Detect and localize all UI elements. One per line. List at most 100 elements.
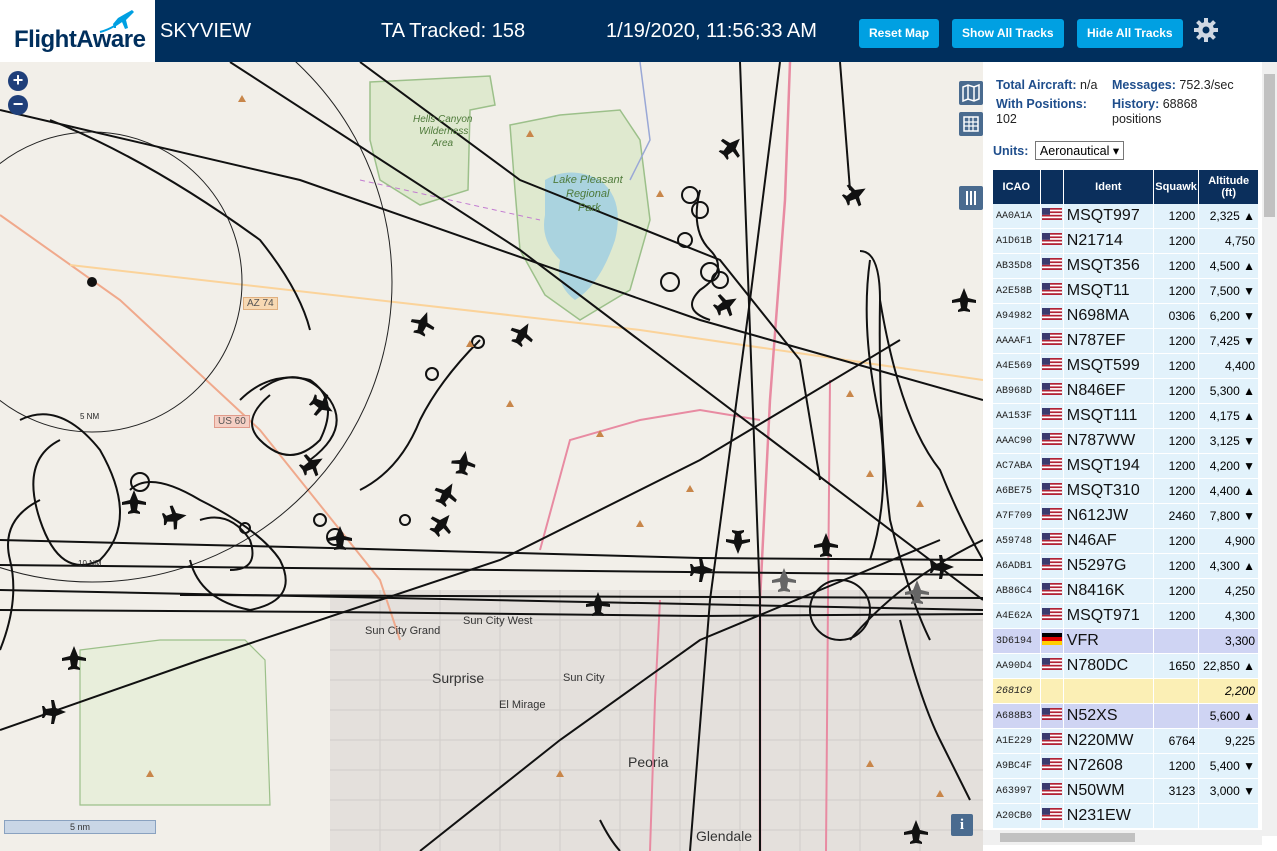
- gear-icon[interactable]: [1193, 17, 1219, 43]
- aircraft-row[interactable]: A63997 N50WM 3123 3,000 ▼: [993, 778, 1259, 804]
- hide-all-tracks-button[interactable]: Hide All Tracks: [1077, 19, 1183, 48]
- altitude-cell: 6,200 ▼: [1198, 303, 1259, 329]
- ident-cell: VFR: [1063, 628, 1154, 654]
- reset-map-button[interactable]: Reset Map: [859, 19, 940, 48]
- us-flag-icon: [1041, 783, 1062, 795]
- icao-cell: AC7ABA: [993, 453, 1041, 479]
- flightaware-logo[interactable]: FlightAware: [0, 0, 155, 62]
- messages-value: 752.3/sec: [1179, 78, 1234, 92]
- ident-cell: MSQT599: [1063, 353, 1154, 379]
- ident-cell: N846EF: [1063, 378, 1154, 404]
- ident-cell: N5297G: [1063, 553, 1154, 579]
- squawk-cell: 1200: [1153, 478, 1200, 504]
- aircraft-row[interactable]: A20CB0 N231EW: [993, 803, 1259, 829]
- ident-cell: N21714: [1063, 228, 1154, 254]
- squawk-cell: 2460: [1153, 503, 1200, 529]
- map-label-peoria: Peoria: [628, 754, 669, 770]
- info-icon[interactable]: i: [951, 814, 973, 836]
- de-flag-icon: [1041, 633, 1062, 645]
- aircraft-row[interactable]: A1E229 N220MW 6764 9,225: [993, 728, 1259, 754]
- aircraft-row[interactable]: A4E62A MSQT971 1200 4,300: [993, 603, 1259, 629]
- icao-cell: A1D61B: [993, 228, 1041, 254]
- icao-cell: AA90D4: [993, 653, 1041, 679]
- map-layers-icon[interactable]: [959, 81, 983, 105]
- sidebar-horizontal-scrollbar[interactable]: [983, 830, 1262, 845]
- flag-cell: [1040, 678, 1064, 704]
- flag-cell: [1040, 253, 1064, 279]
- grid-icon[interactable]: [959, 112, 983, 136]
- sidebar-toggle-icon[interactable]: [959, 186, 983, 210]
- flag-cell: [1040, 603, 1064, 629]
- aircraft-row[interactable]: AA90D4 N780DC 1650 22,850 ▲: [993, 653, 1259, 679]
- squawk-cell: 1200: [1153, 253, 1200, 279]
- ident-cell: N8416K: [1063, 578, 1154, 604]
- altitude-cell: 4,400 ▲: [1198, 478, 1259, 504]
- altitude-cell: 4,300: [1198, 603, 1259, 629]
- col-header-squawk[interactable]: Squawk: [1153, 170, 1200, 204]
- us-flag-icon: [1041, 233, 1062, 245]
- aircraft-row[interactable]: A94982 N698MA 0306 6,200 ▼: [993, 303, 1259, 329]
- aircraft-row[interactable]: AAAC90 N787WW 1200 3,125 ▼: [993, 428, 1259, 454]
- zoom-out-button[interactable]: −: [8, 95, 28, 115]
- aircraft-row[interactable]: AB86C4 N8416K 1200 4,250: [993, 578, 1259, 604]
- park-area: [79, 639, 271, 806]
- icao-cell: A6ADB1: [993, 553, 1041, 579]
- col-header-altitude[interactable]: Altitude (ft): [1198, 170, 1259, 204]
- show-all-tracks-button[interactable]: Show All Tracks: [952, 19, 1064, 48]
- aircraft-row[interactable]: 3D6194 VFR 3,300: [993, 628, 1259, 654]
- squawk-cell: 1200: [1153, 328, 1200, 354]
- icao-cell: A9BC4F: [993, 753, 1041, 779]
- aircraft-row[interactable]: A9BC4F N72608 1200 5,400 ▼: [993, 753, 1259, 779]
- altitude-cell: 3,000 ▼: [1198, 778, 1259, 804]
- altitude-cell: [1198, 803, 1259, 829]
- icao-cell: AB35D8: [993, 253, 1041, 279]
- map-canvas[interactable]: Hells Canyon Wilderness Area Lake Pleasa…: [0, 62, 983, 851]
- aircraft-row[interactable]: 2681C9 2,200: [993, 678, 1259, 704]
- zoom-in-button[interactable]: +: [8, 71, 28, 91]
- aircraft-row[interactable]: AB968D N846EF 1200 5,300 ▲: [993, 378, 1259, 404]
- units-select[interactable]: Aeronautical ▾: [1034, 141, 1125, 160]
- ident-cell: N787WW: [1063, 428, 1154, 454]
- aircraft-row[interactable]: A59748 N46AF 1200 4,900: [993, 528, 1259, 554]
- aircraft-row[interactable]: AAAAF1 N787EF 1200 7,425 ▼: [993, 328, 1259, 354]
- icao-cell: A2E58B: [993, 278, 1041, 304]
- aircraft-row[interactable]: A1D61B N21714 1200 4,750: [993, 228, 1259, 254]
- squawk-cell: 1200: [1153, 204, 1200, 229]
- history-label: History:: [1112, 97, 1160, 111]
- aircraft-row[interactable]: AA153F MSQT111 1200 4,175 ▲: [993, 403, 1259, 429]
- flag-cell: [1040, 453, 1064, 479]
- icao-cell: A688B3: [993, 703, 1041, 729]
- us60-road: [0, 214, 401, 641]
- flag-cell: [1040, 578, 1064, 604]
- aircraft-row[interactable]: AC7ABA MSQT194 1200 4,200 ▼: [993, 453, 1259, 479]
- aircraft-table: ICAO Ident Squawk Altitude (ft) AA0A1A MSQ…: [993, 170, 1259, 829]
- aircraft-row[interactable]: AB35D8 MSQT356 1200 4,500 ▲: [993, 253, 1259, 279]
- col-header-icao[interactable]: ICAO: [993, 170, 1041, 204]
- flag-cell: [1040, 653, 1064, 679]
- sidebar-vertical-scrollbar[interactable]: [1262, 62, 1277, 836]
- aircraft-row[interactable]: A2E58B MSQT11 1200 7,500 ▼: [993, 278, 1259, 304]
- ident-cell: [1063, 678, 1154, 704]
- app-name: SKYVIEW: [160, 20, 252, 42]
- us-flag-icon: [1041, 483, 1062, 495]
- vertical-scroll-thumb[interactable]: [1264, 74, 1275, 217]
- ident-cell: MSQT356: [1063, 253, 1154, 279]
- aircraft-row[interactable]: A6ADB1 N5297G 1200 4,300 ▲: [993, 553, 1259, 579]
- icao-cell: A20CB0: [993, 803, 1041, 829]
- icao-cell: AA0A1A: [993, 204, 1041, 229]
- aircraft-table-body: AA0A1A MSQT997 1200 2,325 ▲ A1D61B N21714 1200…: [993, 204, 1259, 829]
- current-datetime: 1/19/2020, 11:56:33 AM: [606, 20, 817, 42]
- flag-cell: [1040, 728, 1064, 754]
- col-header-ident[interactable]: Ident: [1063, 170, 1154, 204]
- units-selected-value: Aeronautical: [1039, 144, 1110, 158]
- ring-label-10nm: 10 NM: [78, 559, 102, 568]
- aircraft-row[interactable]: A688B3 N52XS 5,600 ▲: [993, 703, 1259, 729]
- aircraft-row[interactable]: A7F709 N612JW 2460 7,800 ▼: [993, 503, 1259, 529]
- col-header-flag[interactable]: [1040, 170, 1064, 204]
- aircraft-row[interactable]: A6BE75 MSQT310 1200 4,400 ▲: [993, 478, 1259, 504]
- ident-cell: MSQT11: [1063, 278, 1154, 304]
- aircraft-row[interactable]: A4E569 MSQT599 1200 4,400: [993, 353, 1259, 379]
- aircraft-row[interactable]: AA0A1A MSQT997 1200 2,325 ▲: [993, 204, 1259, 229]
- ident-cell: N612JW: [1063, 503, 1154, 529]
- horizontal-scroll-thumb[interactable]: [1000, 833, 1135, 842]
